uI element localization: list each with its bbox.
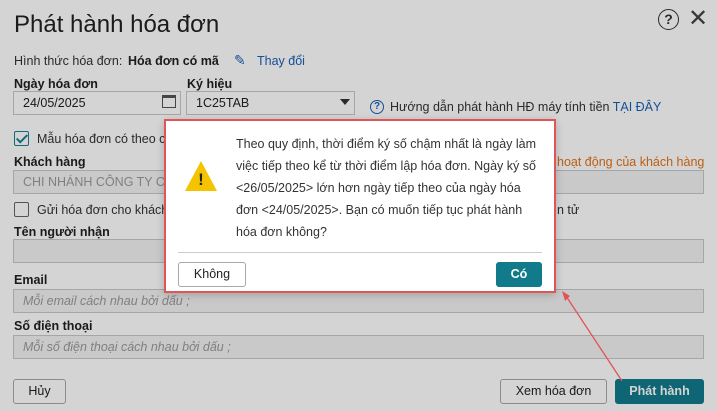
annotation-arrow [562, 291, 623, 382]
arrow-line [565, 295, 623, 382]
